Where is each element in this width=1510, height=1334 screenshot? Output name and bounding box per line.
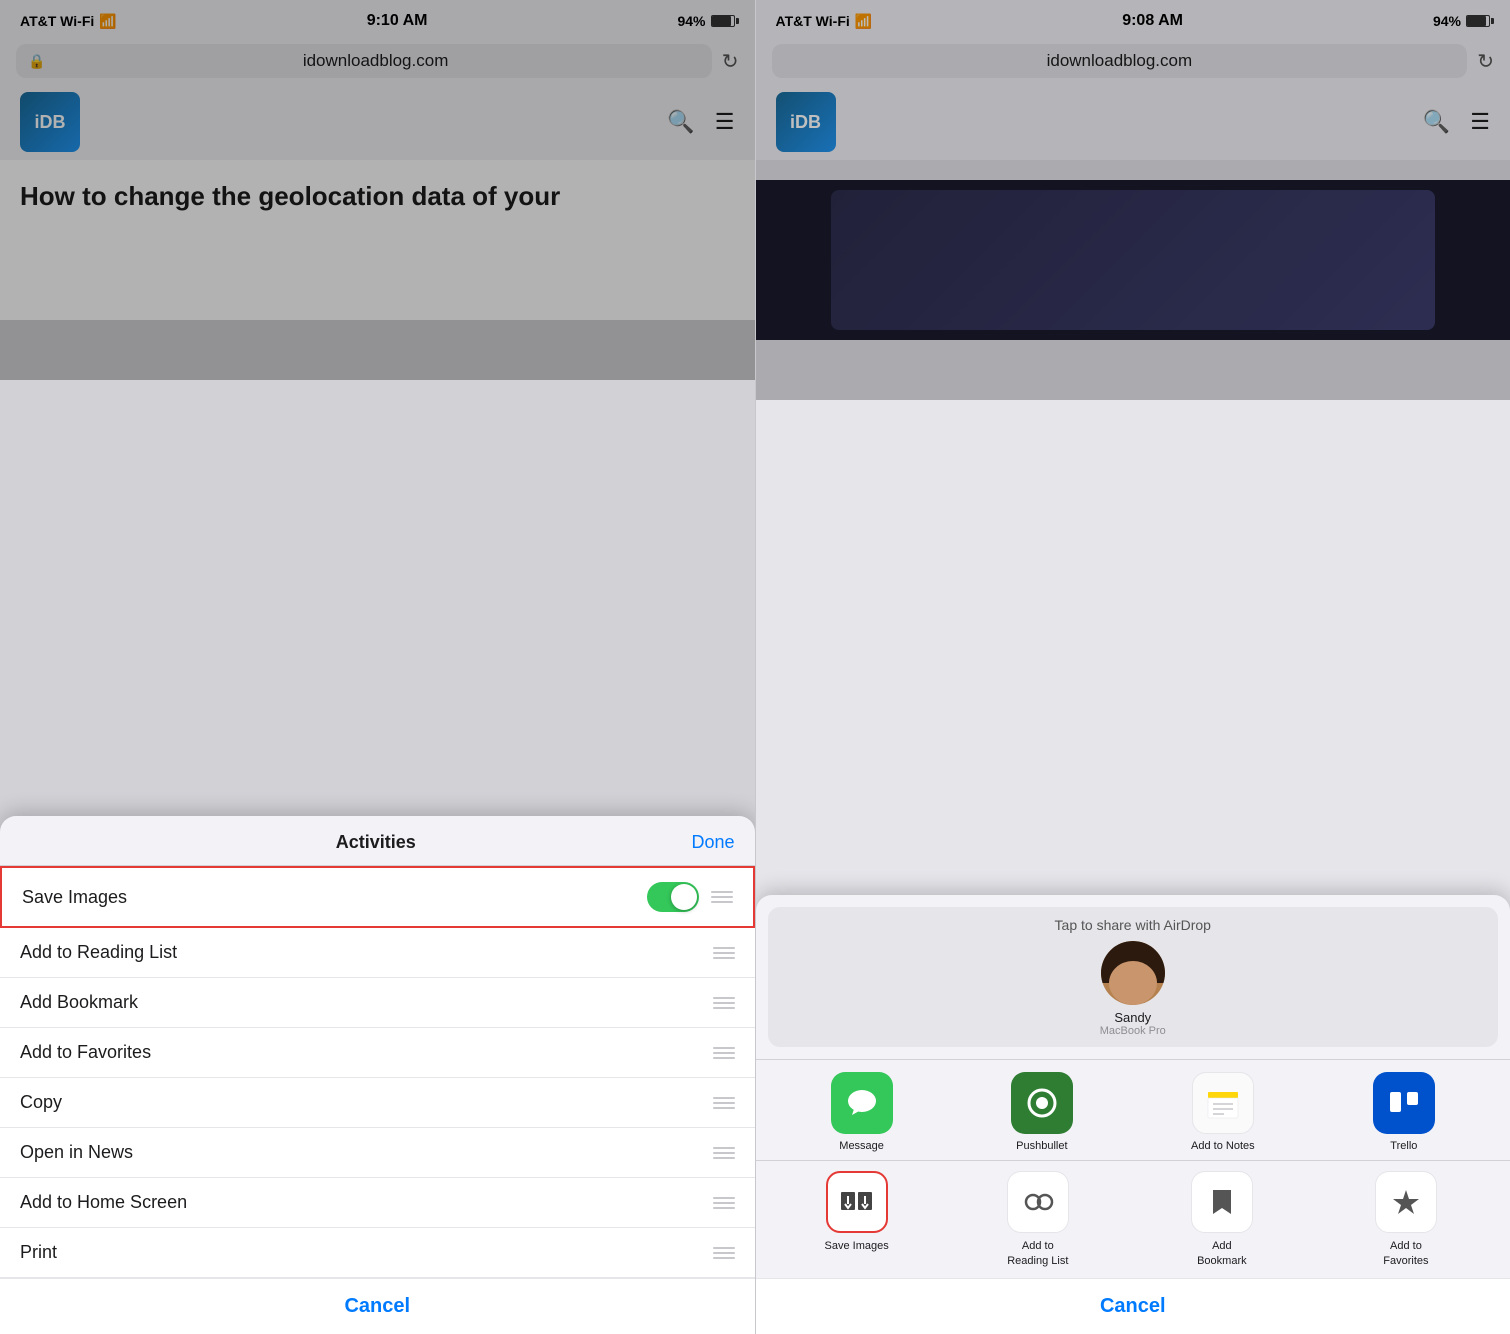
right-overlay <box>756 0 1510 400</box>
activity-home-screen[interactable]: Add to Home Screen <box>0 1178 755 1228</box>
action-add-favorites[interactable]: Add to Favorites <box>1371 1171 1441 1268</box>
app-message[interactable]: Message <box>831 1072 893 1152</box>
fav-handle-2 <box>713 1052 735 1054</box>
save-images-action-icon <box>826 1171 888 1233</box>
person-device: MacBook Pro <box>1100 1025 1166 1037</box>
toggle-knob <box>671 884 697 910</box>
pushbullet-label: Pushbullet <box>1016 1140 1067 1152</box>
activity-open-news[interactable]: Open in News <box>0 1128 755 1178</box>
bm-handle-3 <box>713 1007 735 1009</box>
news-handle[interactable] <box>713 1147 735 1159</box>
app-pushbullet[interactable]: Pushbullet <box>1011 1072 1073 1152</box>
airdrop-person[interactable]: Sandy MacBook Pro <box>1100 941 1166 1037</box>
action-save-images[interactable]: Save Images <box>825 1171 889 1268</box>
save-images-right <box>647 882 733 912</box>
message-icon <box>831 1072 893 1134</box>
activity-list: Save Images Add to Reading List <box>0 866 755 1278</box>
reading-list-action-label: Add to Reading List <box>1003 1239 1073 1268</box>
add-favorites-label: Add to Favorites <box>20 1042 151 1063</box>
action-add-bookmark[interactable]: Add Bookmark <box>1187 1171 1257 1268</box>
notes-label: Add to Notes <box>1191 1140 1255 1152</box>
copy-handle-3 <box>713 1107 735 1109</box>
rl-handle-1 <box>713 947 735 949</box>
save-images-toggle[interactable] <box>647 882 699 912</box>
save-images-label: Save Images <box>22 887 127 908</box>
message-label: Message <box>839 1140 884 1152</box>
left-cancel-label: Cancel <box>344 1295 410 1318</box>
home-handle-3 <box>713 1207 735 1209</box>
bookmark-action-icon <box>1191 1171 1253 1233</box>
reading-list-label: Add to Reading List <box>20 942 177 963</box>
favorites-action-label: Add to Favorites <box>1371 1239 1441 1268</box>
fav-handle-3 <box>713 1057 735 1059</box>
action-reading-list[interactable]: Add to Reading List <box>1003 1171 1073 1268</box>
person-avatar <box>1101 941 1165 1005</box>
pushbullet-icon <box>1011 1072 1073 1134</box>
trello-icon <box>1373 1072 1435 1134</box>
notes-icon <box>1192 1072 1254 1134</box>
activity-print[interactable]: Print <box>0 1228 755 1278</box>
add-bookmark-label: Add Bookmark <box>20 992 138 1013</box>
left-overlay <box>0 0 755 380</box>
news-handle-1 <box>713 1147 735 1149</box>
right-cancel-button[interactable]: Cancel <box>756 1278 1510 1334</box>
activity-copy[interactable]: Copy <box>0 1078 755 1128</box>
favorites-action-icon <box>1375 1171 1437 1233</box>
copy-handle[interactable] <box>713 1097 735 1109</box>
right-cancel-label: Cancel <box>1100 1295 1166 1318</box>
bm-handle-2 <box>713 1002 735 1004</box>
reading-list-handle[interactable] <box>713 947 735 959</box>
left-panel: AT&T Wi-Fi 📶 9:10 AM 94% 🔒 idownloadblog… <box>0 0 755 1334</box>
bookmark-handle[interactable] <box>713 997 735 1009</box>
news-handle-2 <box>713 1152 735 1154</box>
fav-handle-1 <box>713 1047 735 1049</box>
app-notes[interactable]: Add to Notes <box>1191 1072 1255 1152</box>
copy-label: Copy <box>20 1092 62 1113</box>
modal-done-button[interactable]: Done <box>691 832 734 853</box>
home-handle-2 <box>713 1202 735 1204</box>
copy-handle-2 <box>713 1102 735 1104</box>
print-label: Print <box>20 1242 57 1263</box>
share-modal: Tap to share with AirDrop Sandy MacBook … <box>756 895 1510 1334</box>
bookmark-action-label: Add Bookmark <box>1187 1239 1257 1268</box>
save-images-handle[interactable] <box>711 891 733 903</box>
home-handle-1 <box>713 1197 735 1199</box>
app-trello[interactable]: Trello <box>1373 1072 1435 1152</box>
activity-add-bookmark[interactable]: Add Bookmark <box>0 978 755 1028</box>
activity-reading-list[interactable]: Add to Reading List <box>0 928 755 978</box>
reading-list-action-icon <box>1007 1171 1069 1233</box>
bm-handle-1 <box>713 997 735 999</box>
right-panel: AT&T Wi-Fi 📶 9:08 AM 94% idownloadblog.c… <box>756 0 1510 1334</box>
news-handle-3 <box>713 1157 735 1159</box>
copy-handle-1 <box>713 1097 735 1099</box>
activity-save-images[interactable]: Save Images <box>0 866 755 928</box>
avatar-face <box>1109 961 1157 1005</box>
home-handle[interactable] <box>713 1197 735 1209</box>
activities-modal: Activities Done Save Images <box>0 816 755 1334</box>
activity-add-favorites[interactable]: Add to Favorites <box>0 1028 755 1078</box>
print-handle-2 <box>713 1252 735 1254</box>
favorites-handle[interactable] <box>713 1047 735 1059</box>
rl-handle-3 <box>713 957 735 959</box>
rl-handle-2 <box>713 952 735 954</box>
modal-title: Activities <box>60 832 691 853</box>
save-images-action-label: Save Images <box>825 1239 889 1253</box>
airdrop-label: Tap to share with AirDrop <box>1055 917 1211 933</box>
airdrop-section: Tap to share with AirDrop Sandy MacBook … <box>768 907 1499 1047</box>
left-cancel-button[interactable]: Cancel <box>0 1278 755 1334</box>
home-screen-label: Add to Home Screen <box>20 1192 187 1213</box>
share-apps-row: Message Pushbullet <box>756 1059 1510 1160</box>
handle-line-3 <box>711 901 733 903</box>
handle-line-2 <box>711 896 733 898</box>
person-name: Sandy <box>1114 1010 1151 1025</box>
open-news-label: Open in News <box>20 1142 133 1163</box>
trello-label: Trello <box>1390 1140 1417 1152</box>
share-actions-row: Save Images Add to Reading List <box>756 1160 1510 1278</box>
print-handle-3 <box>713 1257 735 1259</box>
print-handle-1 <box>713 1247 735 1249</box>
print-handle[interactable] <box>713 1247 735 1259</box>
handle-line-1 <box>711 891 733 893</box>
modal-header: Activities Done <box>0 816 755 866</box>
